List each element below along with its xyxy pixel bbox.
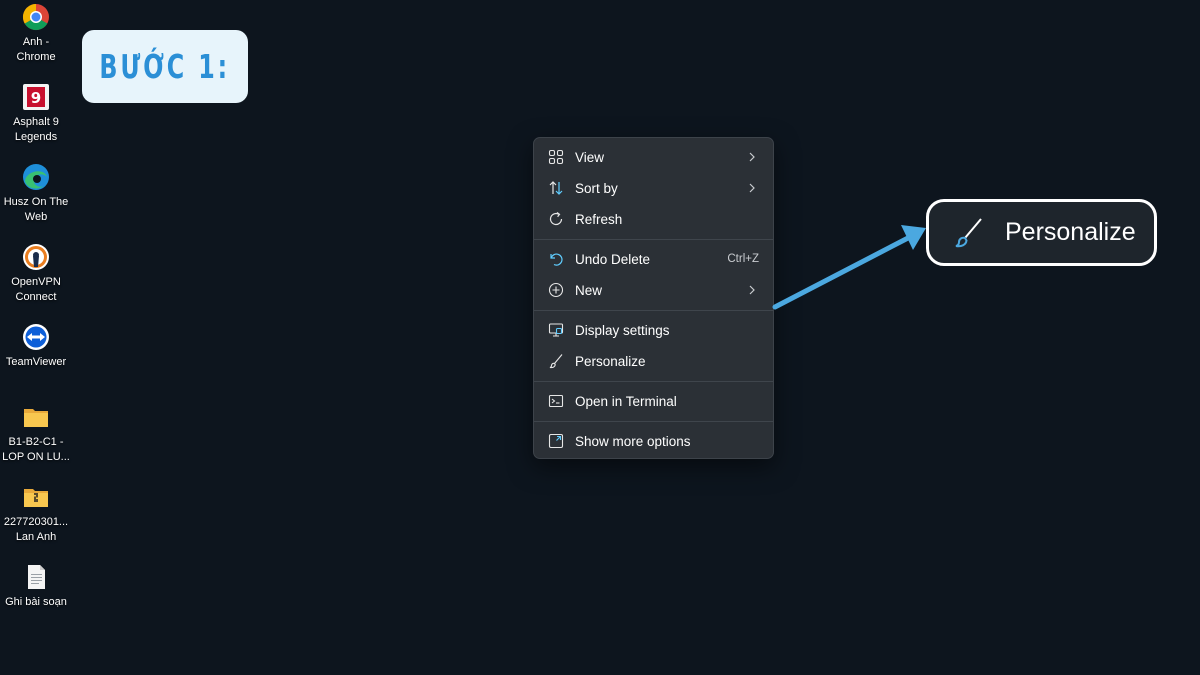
menu-item-label: Show more options	[575, 433, 691, 449]
asphalt-icon: 9	[21, 82, 51, 112]
menu-item-show-more-options[interactable]: Show more options	[538, 426, 769, 456]
menu-separator	[534, 310, 773, 311]
menu-item-display-settings[interactable]: Display settings	[538, 315, 769, 345]
desktop-icon-zip-folder[interactable]: 227720301... Lan Anh	[0, 482, 72, 545]
desktop-icon-teamviewer[interactable]: TeamViewer	[0, 322, 72, 370]
context-menu: View Sort by Refresh Undo Delete Ctrl+Z …	[533, 137, 774, 459]
menu-item-label: Open in Terminal	[575, 393, 677, 409]
desktop-icon-folder[interactable]: B1-B2-C1 - LOP ON LU...	[0, 402, 72, 465]
menu-item-new[interactable]: New	[538, 275, 769, 305]
sort-icon	[547, 179, 565, 197]
desktop-icon-chrome[interactable]: Anh - Chrome	[0, 2, 72, 65]
step-badge: BƯỚC 1:	[82, 30, 248, 103]
brush-icon	[955, 217, 982, 247]
desktop-icon-label: Ghi bài soạn	[5, 596, 67, 608]
openvpn-icon	[21, 242, 51, 272]
edge-icon	[21, 162, 51, 192]
document-icon	[21, 562, 51, 592]
terminal-icon	[547, 392, 565, 410]
menu-item-label: View	[575, 149, 605, 165]
desktop-icon-label: Husz On The Web	[3, 196, 69, 223]
desktop-icon-asphalt[interactable]: 9 Asphalt 9 Legends	[0, 82, 72, 145]
refresh-icon	[547, 210, 565, 228]
desktop-icon-label: Asphalt 9 Legends	[13, 116, 59, 143]
desktop-icon-openvpn[interactable]: OpenVPN Connect	[0, 242, 72, 305]
chevron-right-icon	[749, 183, 755, 193]
menu-item-label: Refresh	[575, 211, 623, 227]
expand-icon	[547, 432, 565, 450]
menu-item-shortcut: Ctrl+Z	[727, 253, 759, 265]
menu-item-personalize[interactable]: Personalize	[538, 346, 769, 376]
zip-folder-icon	[21, 482, 51, 512]
desktop-icon-edge[interactable]: Husz On The Web	[0, 162, 72, 225]
menu-item-view[interactable]: View	[538, 142, 769, 172]
menu-item-label: Personalize	[575, 353, 646, 369]
folder-icon	[21, 402, 51, 432]
menu-item-undo-delete[interactable]: Undo Delete Ctrl+Z	[538, 244, 769, 274]
personalize-callout: Personalize	[926, 199, 1157, 266]
svg-text:9: 9	[31, 89, 41, 107]
plus-circle-icon	[547, 281, 565, 299]
menu-item-label: Display settings	[575, 322, 670, 338]
menu-item-refresh[interactable]: Refresh	[538, 204, 769, 234]
menu-item-sort-by[interactable]: Sort by	[538, 173, 769, 203]
menu-separator	[534, 421, 773, 422]
menu-item-label: New	[575, 282, 603, 298]
menu-separator	[534, 381, 773, 382]
callout-label: Personalize	[1005, 218, 1136, 246]
display-icon	[547, 321, 565, 339]
grid-icon	[547, 148, 565, 166]
desktop-icon-label: 227720301... Lan Anh	[3, 516, 69, 543]
desktop[interactable]: Anh - Chrome 9 Asphalt 9 Legends Husz On…	[0, 0, 1200, 675]
menu-item-label: Sort by	[575, 180, 618, 196]
menu-item-label: Undo Delete	[575, 251, 651, 267]
desktop-icon-label: TeamViewer	[5, 356, 67, 368]
desktop-icon-label: B1-B2-C1 - LOP ON LU...	[2, 436, 70, 463]
menu-item-open-in-terminal[interactable]: Open in Terminal	[538, 386, 769, 416]
chevron-right-icon	[749, 152, 755, 162]
brush-icon	[547, 352, 565, 370]
menu-separator	[534, 239, 773, 240]
chrome-icon	[21, 2, 51, 32]
teamviewer-icon	[21, 322, 51, 352]
chevron-right-icon	[749, 285, 755, 295]
desktop-icon-label: OpenVPN Connect	[11, 276, 61, 303]
desktop-icon-label: Anh - Chrome	[16, 36, 56, 63]
desktop-icon-document[interactable]: Ghi bài soạn	[0, 562, 72, 610]
step-badge-text: BƯỚC 1:	[99, 47, 231, 86]
undo-icon	[547, 250, 565, 268]
